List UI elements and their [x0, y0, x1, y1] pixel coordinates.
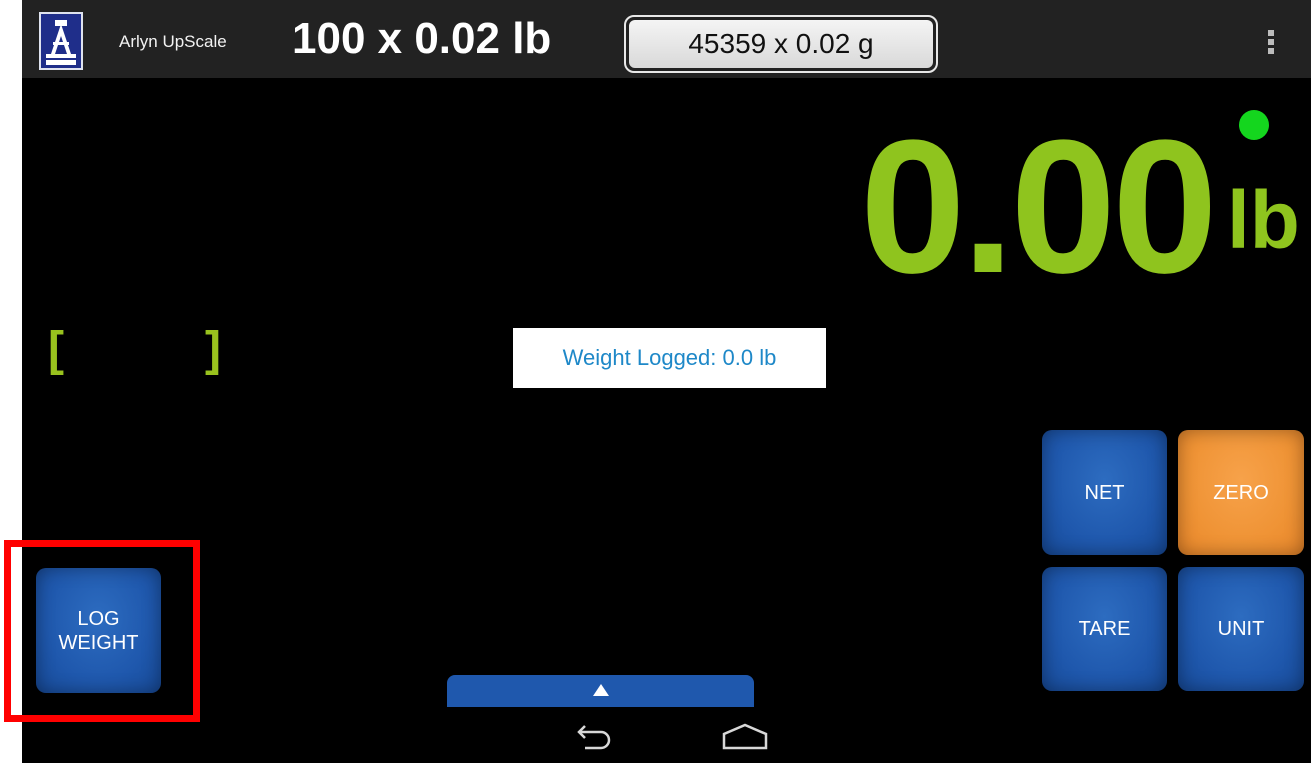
arlyn-logo-icon — [39, 12, 83, 70]
weight-unit: lb — [1227, 175, 1300, 266]
bargraph-right-bracket: ] — [205, 323, 221, 376]
action-bar: Arlyn UpScale 100 x 0.02 lb 45359 x 0.02… — [22, 0, 1311, 78]
weight-value: 0.00 — [860, 101, 1218, 313]
unit-button[interactable]: UNIT — [1178, 567, 1304, 691]
capacity-g-button[interactable]: 45359 x 0.02 g — [624, 15, 938, 73]
log-weight-highlight-box — [4, 540, 200, 722]
zero-button[interactable]: ZERO — [1178, 430, 1304, 555]
tare-button[interactable]: TARE — [1042, 567, 1167, 691]
drawer-handle[interactable] — [447, 675, 754, 707]
weight-logged-toast: Weight Logged: 0.0 lb — [513, 328, 826, 388]
overflow-menu-icon[interactable] — [1267, 30, 1275, 60]
drawer-up-arrow-icon — [592, 684, 609, 696]
app-title: Arlyn UpScale — [119, 32, 227, 51]
bargraph-left-bracket: [ — [48, 323, 64, 376]
net-button[interactable]: NET — [1042, 430, 1167, 555]
stable-indicator — [1239, 110, 1269, 140]
capacity-g-label: 45359 x 0.02 g — [629, 20, 933, 68]
home-icon[interactable] — [721, 722, 769, 757]
scale-app-screen: Arlyn UpScale 100 x 0.02 lb 45359 x 0.02… — [22, 0, 1311, 763]
back-icon[interactable] — [573, 722, 615, 757]
navigation-bar — [22, 707, 1311, 763]
capacity-lb-label: 100 x 0.02 lb — [292, 14, 552, 63]
